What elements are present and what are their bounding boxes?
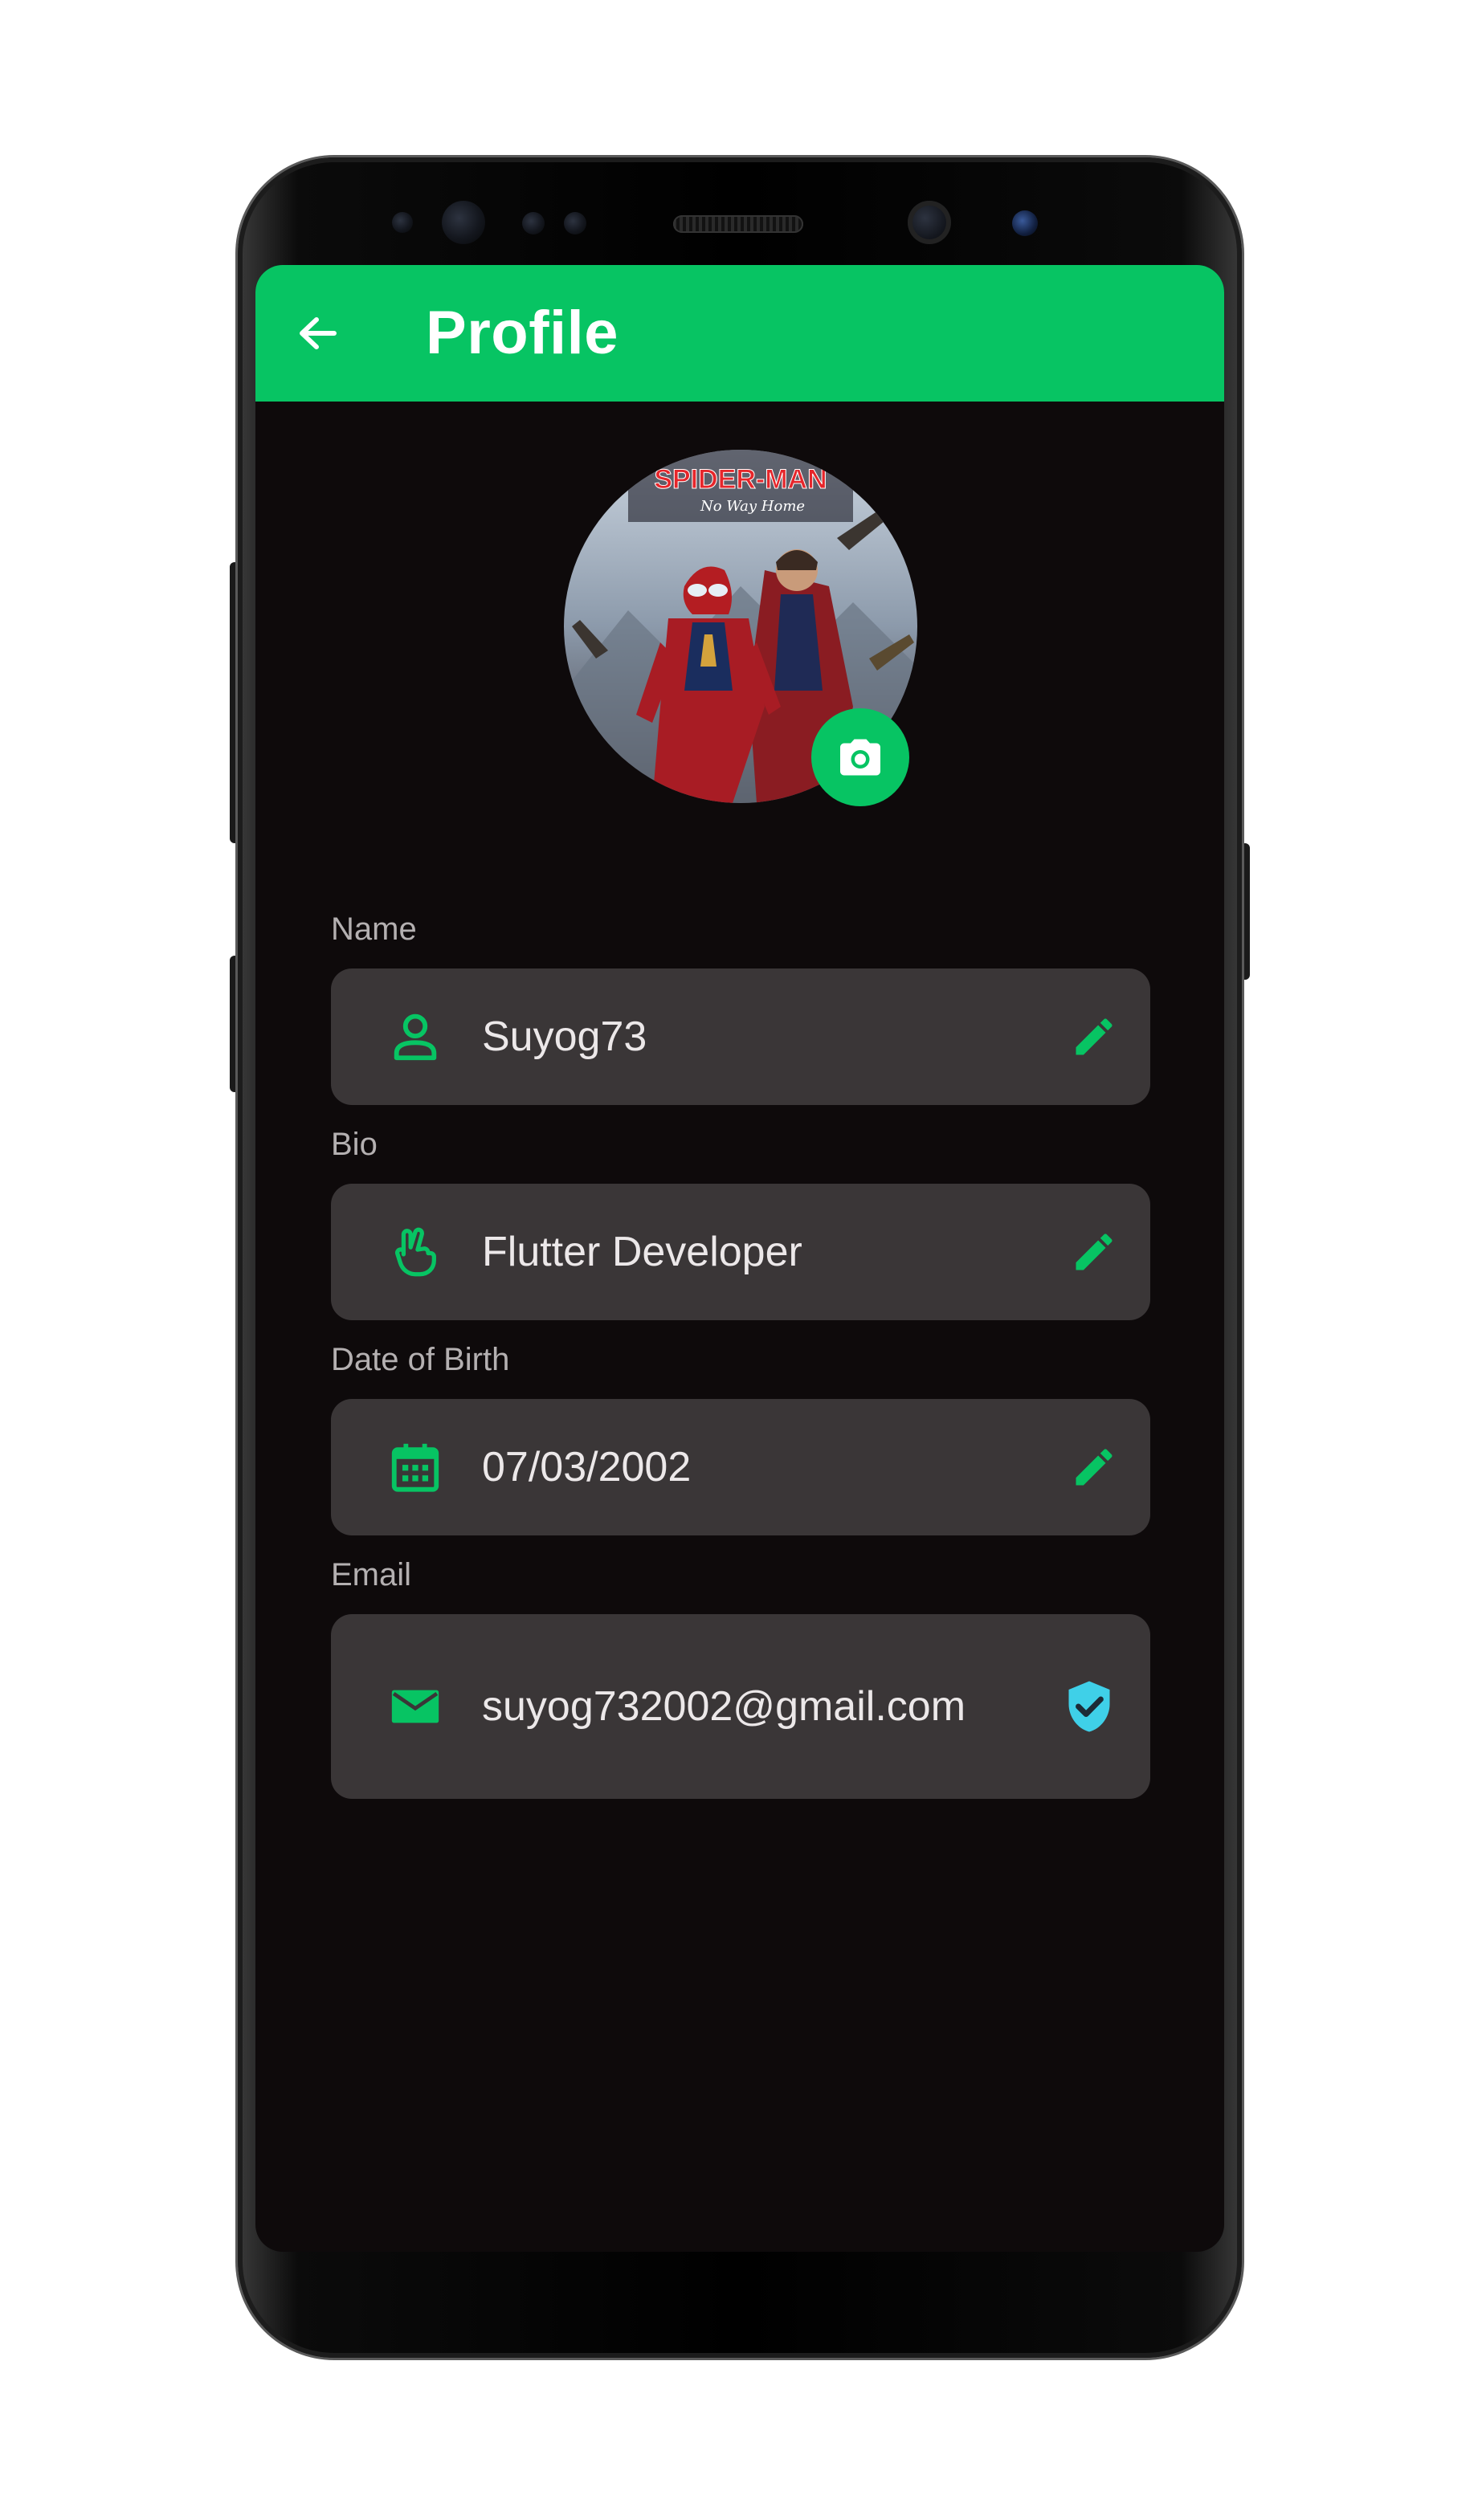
camera-icon [840, 739, 880, 776]
email-label: Email [331, 1557, 412, 1592]
bio-value: Flutter Developer [482, 1229, 802, 1275]
poster-subtitle: No Way Home [700, 498, 805, 515]
peace-hand-icon [387, 1224, 443, 1280]
dob-value: 07/03/2002 [482, 1444, 692, 1490]
proximity-sensor [1012, 210, 1038, 236]
front-camera [442, 201, 485, 244]
name-label: Name [331, 911, 417, 947]
name-field[interactable]: Suyog73 [331, 968, 1150, 1105]
name-value: Suyog73 [482, 1013, 647, 1060]
change-photo-button[interactable] [811, 708, 909, 806]
page-title: Profile [426, 299, 619, 367]
back-button[interactable] [286, 305, 350, 361]
edit-pencil-icon[interactable] [1070, 1013, 1118, 1061]
earpiece-speaker [673, 215, 803, 233]
arrow-back-icon [300, 317, 337, 349]
app-screen: Profile SPIDER-MAN No Way Home Name Suyo… [255, 265, 1224, 2252]
edit-pencil-icon[interactable] [1070, 1443, 1118, 1491]
mail-icon [387, 1678, 443, 1735]
bio-field[interactable]: Flutter Developer [331, 1184, 1150, 1320]
dob-label: Date of Birth [331, 1342, 510, 1377]
sensor-dot [564, 212, 586, 234]
edit-pencil-icon[interactable] [1070, 1228, 1118, 1276]
bio-label: Bio [331, 1127, 378, 1162]
calendar-icon [387, 1439, 443, 1495]
dob-field[interactable]: 07/03/2002 [331, 1399, 1150, 1535]
sensor-dot [392, 212, 413, 233]
person-icon [387, 1009, 443, 1065]
sensor-dot [522, 212, 545, 234]
email-field[interactable]: suyog732002@gmail.com [331, 1614, 1150, 1799]
iris-scanner [908, 201, 951, 244]
poster-title: SPIDER-MAN [654, 464, 827, 495]
app-bar: Profile [255, 265, 1224, 402]
verified-shield-icon [1060, 1678, 1118, 1735]
email-value: suyog732002@gmail.com [482, 1683, 966, 1730]
